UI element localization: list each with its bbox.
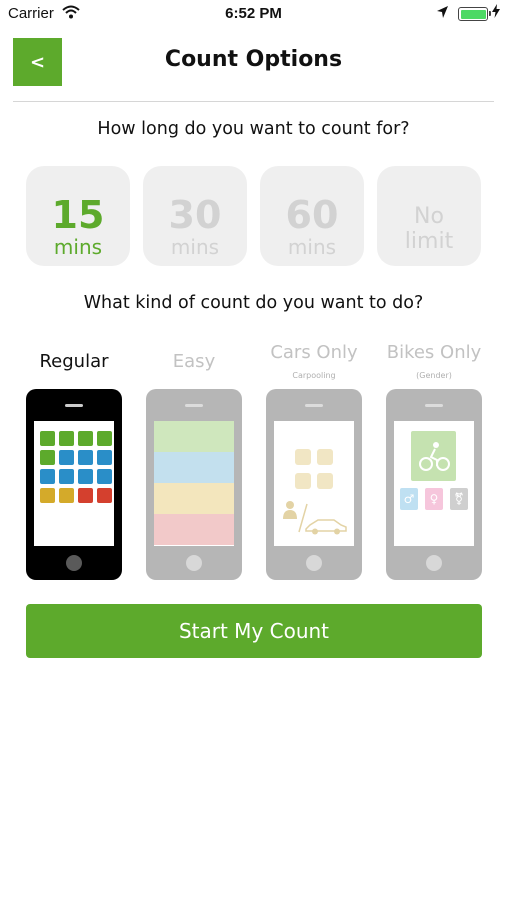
regular-tile [59,469,74,484]
duration-limit-label: limit [404,228,454,254]
duration-number: 60 [285,192,339,237]
charging-bolt-icon [492,4,500,21]
phone-home-button [426,555,442,571]
phone-home-button [66,555,82,571]
location-arrow-icon [436,5,449,23]
status-bar: Carrier 6:52 PM [0,0,507,28]
duration-number: 30 [168,192,222,237]
duration-number: 15 [51,192,105,237]
phone-screen [154,421,234,546]
count-type-cars-only-phone[interactable] [266,389,362,580]
duration-unit: mins [170,234,220,259]
phone-speaker [305,404,323,407]
easy-band [154,452,234,483]
type-label-cars-only[interactable]: Cars Only [254,342,374,363]
duration-option-60[interactable]: 60 mins [260,166,364,266]
type-label-bikes-only[interactable]: Bikes Only [374,342,494,363]
regular-tile [97,469,112,484]
regular-tile [40,469,55,484]
regular-tile [97,488,112,503]
duration-no-label: No [414,203,444,229]
count-type-bikes-only-phone[interactable]: ♂ ♀ ⚧ [386,389,482,580]
phone-screen [274,421,354,546]
type-label-easy[interactable]: Easy [134,351,254,372]
battery-icon [458,7,491,21]
duration-option-30[interactable]: 30 mins [143,166,247,266]
easy-band [154,421,234,452]
type-label-regular[interactable]: Regular [14,351,134,372]
regular-tile [97,431,112,446]
transgender-symbol-icon: ⚧ [450,488,468,510]
duration-option-15[interactable]: 15 mins [26,166,130,266]
regular-tile-grid [40,431,112,503]
type-sub-gender: (Gender) [416,371,452,380]
car-icon [304,517,348,539]
regular-tile [59,431,74,446]
regular-tile [40,450,55,465]
occupancy-tile [295,449,311,465]
start-my-count-button[interactable]: Start My Count [26,604,482,658]
regular-tile [78,431,93,446]
phone-speaker [65,404,83,407]
count-type-regular-phone[interactable] [26,389,122,580]
regular-tile [78,469,93,484]
phone-screen [34,421,114,546]
phone-screen: ♂ ♀ ⚧ [394,421,474,546]
duration-unit: mins [53,234,103,259]
phone-home-button [186,555,202,571]
easy-band [154,514,234,545]
count-type-easy-phone[interactable] [146,389,242,580]
person-icon [282,500,298,524]
type-sub-carpooling: Carpooling [292,371,336,380]
regular-tile [40,488,55,503]
regular-tile [40,431,55,446]
header-divider [13,101,494,102]
count-type-question: What kind of count do you want to do? [83,293,424,313]
status-time: 6:52 PM [225,5,282,22]
phone-speaker [425,404,443,407]
duration-question: How long do you want to count for? [97,119,410,139]
occupancy-tile [317,473,333,489]
phone-home-button [306,555,322,571]
regular-tile [78,450,93,465]
easy-color-bands [154,421,234,545]
page-title: Count Options [164,47,343,72]
regular-tile [59,450,74,465]
easy-band [154,483,234,514]
male-symbol-icon: ♂ [400,488,418,510]
phone-speaker [185,404,203,407]
occupancy-tile [295,473,311,489]
regular-tile [78,488,93,503]
female-symbol-icon: ♀ [425,488,443,510]
occupancy-tile [317,449,333,465]
cyclist-icon [411,431,456,481]
duration-option-no-limit[interactable]: No limit [377,166,481,266]
regular-tile [97,450,112,465]
regular-tile [59,488,74,503]
duration-unit: mins [287,234,337,259]
